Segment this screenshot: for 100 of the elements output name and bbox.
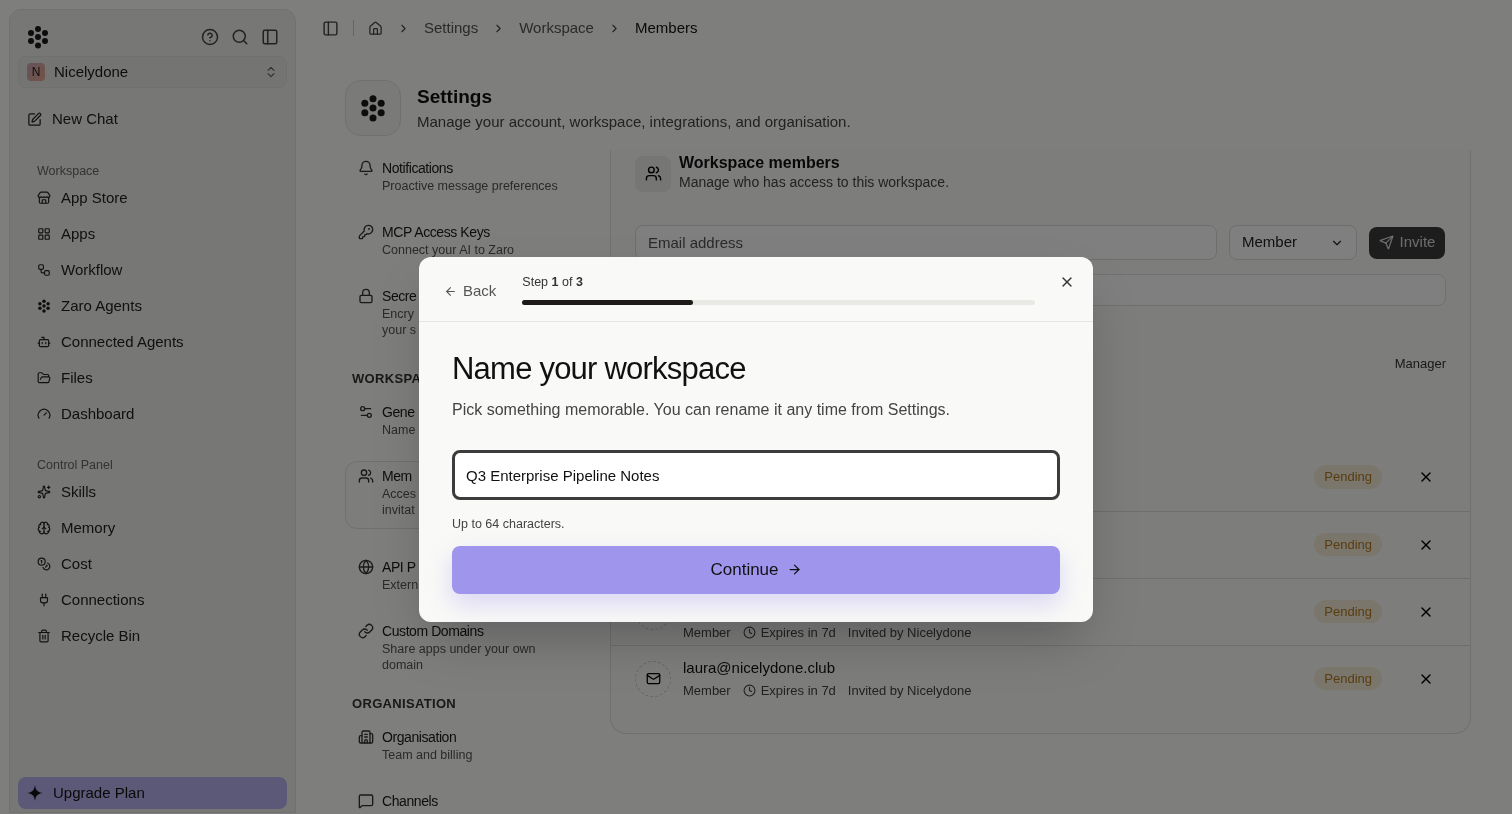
email-field[interactable]: Email address xyxy=(635,225,1217,260)
sidebar-item[interactable]: Connections xyxy=(18,582,287,618)
nav-item-description: invitat xyxy=(382,502,416,518)
workspace-name-field[interactable]: Q3 Enterprise Pipeline Notes xyxy=(452,450,1060,500)
nav-item-description: Extern xyxy=(382,577,419,593)
nav-section-heading: ORGANISATION xyxy=(352,695,457,714)
sidebar-item[interactable]: Zaro Agents xyxy=(18,288,287,324)
globe-icon xyxy=(358,559,374,575)
sidebar-item[interactable]: Dashboard xyxy=(18,396,287,432)
edit-icon xyxy=(27,111,42,127)
status-badge: Pending xyxy=(1314,465,1382,489)
nav-item-description: Name xyxy=(382,422,416,438)
back-button[interactable]: Back xyxy=(444,280,497,303)
sidebar-item[interactable]: Cost xyxy=(18,546,287,582)
sidebar-item[interactable]: Memory xyxy=(18,510,287,546)
help-icon[interactable] xyxy=(201,27,219,46)
workflow-icon xyxy=(37,263,51,277)
nav-item-title: Secre xyxy=(382,287,417,306)
bell-icon xyxy=(358,160,374,176)
nav-item-title: Channels xyxy=(382,792,438,811)
panel-title: Workspace members xyxy=(679,154,841,172)
home-icon[interactable] xyxy=(368,20,383,36)
grid-icon xyxy=(37,227,51,241)
page-title: Settings xyxy=(417,84,493,109)
settings-nav-item[interactable]: Channels xyxy=(345,786,451,814)
settings-nav-item[interactable]: Organisation Team and billing xyxy=(345,722,486,774)
nav-item-title: MCP Access Keys xyxy=(382,223,491,242)
robot-icon xyxy=(37,335,51,349)
role-label: Manager xyxy=(1394,355,1446,373)
breadcrumb-link[interactable]: Workspace xyxy=(519,16,594,40)
building-icon xyxy=(358,729,374,745)
status-badge: Pending xyxy=(1314,666,1382,691)
chat-icon xyxy=(358,793,374,809)
sidebar-item[interactable]: Files xyxy=(18,360,287,396)
nav-item-description: your s xyxy=(382,322,417,338)
nav-item-title: Organisation xyxy=(382,728,458,747)
workspace-switcher[interactable]: N Nicelydone xyxy=(18,56,287,88)
breadcrumb-link[interactable]: Settings xyxy=(424,16,479,40)
clock-icon xyxy=(742,626,756,639)
settings-nav-item[interactable]: Notifications Proactive message preferences xyxy=(345,153,571,205)
invite-role: Member xyxy=(683,682,731,700)
nav-section-heading: WORKSPA xyxy=(352,370,422,389)
modal-title: Name your workspace xyxy=(452,350,747,388)
sidebar-section-heading: Control Panel xyxy=(36,457,114,474)
nav-item-title: Custom Domains xyxy=(382,622,485,641)
settings-nav-item[interactable]: MCP Access Keys Connect your AI to Zaro xyxy=(345,217,527,269)
link-icon xyxy=(358,623,374,639)
sliders-icon xyxy=(358,404,374,420)
sidebar-item[interactable]: Connected Agents xyxy=(18,324,287,360)
invite-inviter: Invited by Nicelydone xyxy=(847,682,972,700)
sidebar-item[interactable]: Skills xyxy=(18,474,287,510)
sidebar-toggle-icon[interactable] xyxy=(261,27,279,46)
lock-icon xyxy=(358,288,374,304)
upgrade-plan-button[interactable]: Upgrade Plan xyxy=(18,777,287,809)
nav-item-title: Mem xyxy=(382,467,413,486)
nav-item-description: domain xyxy=(382,657,424,673)
plug-icon xyxy=(37,593,51,607)
role-select[interactable]: Member xyxy=(1229,225,1357,260)
sidebar-item[interactable]: App Store xyxy=(18,180,287,216)
users-icon xyxy=(358,468,374,484)
arrow-left-icon xyxy=(444,284,457,298)
status-badge: Pending xyxy=(1314,599,1382,624)
nav-item-description: Team and billing xyxy=(382,747,473,763)
sidebar-item[interactable]: Apps xyxy=(18,216,287,252)
sparkles-icon xyxy=(37,485,51,499)
nav-item-title: Gene xyxy=(382,403,416,422)
settings-nav-item[interactable]: API P Extern xyxy=(345,552,432,604)
sidebar-item[interactable]: Workflow xyxy=(18,252,287,288)
key-icon xyxy=(358,224,374,240)
modal-subtitle: Pick something memorable. You can rename it any time from Settings. xyxy=(452,400,951,420)
folder-icon xyxy=(37,371,51,385)
search-icon[interactable] xyxy=(231,27,249,46)
panel-subtitle: Manage who has access to this workspace. xyxy=(679,173,950,192)
settings-nav-item[interactable]: Secre Encry your s xyxy=(345,281,430,349)
new-chat-item[interactable]: New Chat xyxy=(18,103,287,135)
nav-item-description: Proactive message preferences xyxy=(382,178,558,194)
invite-button[interactable]: Invite xyxy=(1369,226,1445,259)
workspace-name: Nicelydone xyxy=(54,61,130,82)
settings-nav-item[interactable]: Gene Name xyxy=(345,397,429,449)
sidebar-section-heading: Workspace xyxy=(36,163,101,180)
step-label: Step 1 of 3 xyxy=(522,274,584,291)
nav-item-title: API P xyxy=(382,558,417,577)
brain-icon xyxy=(37,521,51,535)
breadcrumb-link[interactable]: Members xyxy=(634,16,698,40)
invite-role: Member xyxy=(683,623,731,642)
nav-item-description: Connect your AI to Zaro xyxy=(382,242,514,258)
continue-button[interactable]: Continue xyxy=(452,545,1060,594)
status-badge: Pending xyxy=(1314,532,1382,557)
invite-email: laura@nicelydone.club xyxy=(683,657,836,678)
sparkle-icon xyxy=(27,785,43,801)
arrow-right-icon xyxy=(786,562,802,578)
sidebar-toggle-icon[interactable] xyxy=(322,19,339,37)
logo-icon xyxy=(359,94,387,122)
settings-nav-item[interactable]: Custom Domains Share apps under your own domain xyxy=(345,616,549,684)
logo-icon xyxy=(26,24,50,49)
store-icon xyxy=(37,191,51,205)
page-subtitle: Manage your account, workspace, integrations, and organisation. xyxy=(417,112,851,132)
sidebar-item[interactable]: Recycle Bin xyxy=(18,618,287,654)
coins-icon xyxy=(37,557,51,571)
users-icon xyxy=(644,165,662,182)
